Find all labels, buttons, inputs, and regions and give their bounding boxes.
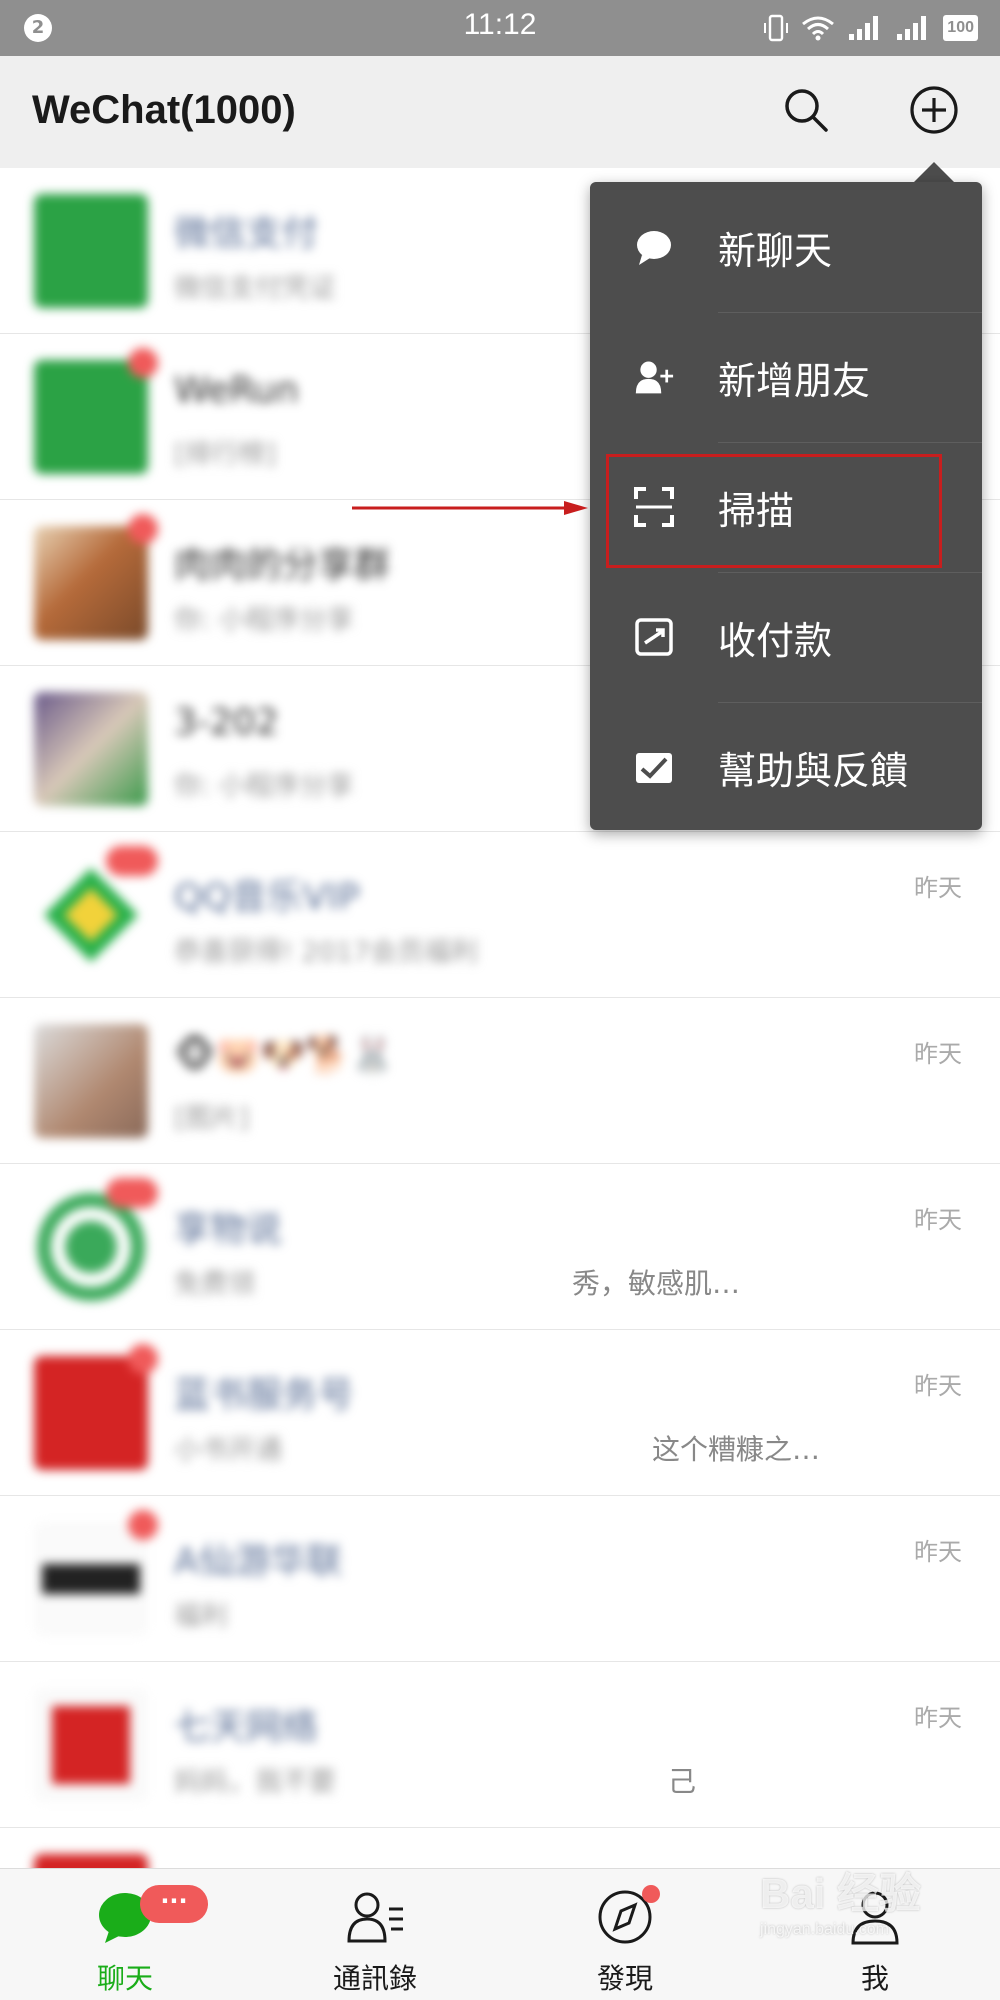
wifi-icon xyxy=(801,14,835,42)
contacts-icon xyxy=(345,1889,405,1945)
chat-preview: 福利 xyxy=(174,1601,228,1632)
avatar xyxy=(34,348,158,474)
menu-label: 幫助與反饋 xyxy=(718,748,909,793)
chat-name: 3-202 xyxy=(174,702,279,743)
chat-time: 昨天 xyxy=(914,1372,962,1400)
chat-name: 蓝书服务号 xyxy=(174,1375,355,1416)
unread-badge xyxy=(128,1510,158,1540)
chat-name: 🐵🐷🐶🐕🐰 xyxy=(174,1035,395,1076)
chat-preview: 小书开通 xyxy=(174,1435,282,1466)
chat-preview: 恭喜获得! 2017会员福利 xyxy=(174,937,479,968)
vibrate-icon xyxy=(763,13,789,43)
plus-circle-icon xyxy=(909,85,959,139)
search-button[interactable] xyxy=(778,84,834,140)
chat-name: A仙游华联 xyxy=(174,1541,343,1582)
avatar xyxy=(34,1178,158,1304)
unread-badge xyxy=(128,1344,158,1374)
avatar xyxy=(34,1510,158,1636)
menu-label: 新聊天 xyxy=(718,228,833,273)
avatar xyxy=(34,194,148,308)
chat-preview-tail: 这个糟糠之… xyxy=(652,1433,821,1466)
unread-badge xyxy=(106,1178,158,1208)
menu-label: 新增朋友 xyxy=(718,358,871,403)
menu-item-feedback[interactable]: 幫助與反饋 xyxy=(590,702,982,832)
baidu-watermark: Bai 经验 jingyan.baidu.com xyxy=(760,1860,1000,2000)
chat-preview: 妈妈，我不要 xyxy=(174,1767,336,1798)
chat-name: 七天网络 xyxy=(174,1707,319,1748)
status-icons: 100 xyxy=(763,12,978,44)
chat-bubble-icon xyxy=(634,227,674,267)
avatar xyxy=(34,514,158,640)
chat-time: 昨天 xyxy=(914,1538,962,1566)
chat-time: 昨天 xyxy=(914,1704,962,1732)
feedback-icon xyxy=(634,747,674,787)
payment-icon xyxy=(634,617,674,657)
chat-preview: 免费领 xyxy=(174,1269,255,1300)
unread-badge: ··· xyxy=(140,1885,208,1923)
chat-name: WeRun xyxy=(174,370,299,411)
chat-time: 昨天 xyxy=(914,874,962,902)
chat-name: 肉肉的分享群 xyxy=(174,545,391,586)
add-friend-icon xyxy=(634,357,674,397)
watermark-text: Bai 经验 xyxy=(760,1870,922,1917)
menu-item-add-friend[interactable]: 新增朋友 xyxy=(590,312,982,442)
chat-item[interactable]: 🐵🐷🐶🐕🐰 [图片] 昨天 xyxy=(0,998,1000,1164)
annotation-arrow xyxy=(352,501,588,515)
page-title: WeChat(1000) xyxy=(32,88,296,132)
status-bar: 2 11:12 100 xyxy=(0,0,1000,56)
popup-pointer xyxy=(912,162,956,184)
add-button[interactable] xyxy=(906,84,962,140)
chat-time: 昨天 xyxy=(914,1206,962,1234)
signal-icon xyxy=(895,14,931,42)
avatar xyxy=(34,1688,148,1802)
chat-preview: [图片] xyxy=(174,1103,250,1134)
avatar xyxy=(34,692,148,806)
notification-dot xyxy=(642,1885,660,1903)
unread-badge xyxy=(128,348,158,378)
chat-preview-tail: 秀，敏感肌… xyxy=(572,1267,741,1300)
signal-icon xyxy=(847,14,883,42)
app-header: WeChat(1000) xyxy=(0,56,1000,168)
tab-label: 通訊錄 xyxy=(332,1962,417,1995)
chat-name: 享物说 xyxy=(174,1209,283,1250)
chat-name: QQ音乐VIP xyxy=(174,877,360,918)
scan-highlight-box xyxy=(606,454,942,568)
chat-time: 昨天 xyxy=(914,1040,962,1068)
search-icon xyxy=(783,87,829,137)
avatar xyxy=(34,1344,158,1470)
chat-item[interactable]: A仙游华联 福利 昨天 xyxy=(0,1496,1000,1662)
tab-discover[interactable]: 發現 xyxy=(500,1869,750,2000)
chat-item[interactable]: 蓝书服务号 小书开通 这个糟糠之… 昨天 xyxy=(0,1330,1000,1496)
chat-item[interactable]: 七天网络 妈妈，我不要 己 昨天 xyxy=(0,1662,1000,1828)
battery-indicator: 100 xyxy=(943,15,978,41)
chat-item[interactable]: QQ音乐VIP 恭喜获得! 2017会员福利 昨天 xyxy=(0,832,1000,998)
unread-badge xyxy=(128,514,158,544)
menu-label: 收付款 xyxy=(718,618,833,663)
unread-badge xyxy=(106,846,158,876)
avatar xyxy=(34,1854,148,1868)
avatar xyxy=(34,846,158,972)
tab-chats[interactable]: ··· 聊天 xyxy=(0,1869,250,2000)
chat-preview-tail: 己 xyxy=(668,1765,697,1798)
tab-contacts[interactable]: 通訊錄 xyxy=(250,1869,500,2000)
menu-item-payment[interactable]: 收付款 xyxy=(590,572,982,702)
watermark-subtext: jingyan.baidu.com xyxy=(760,1921,889,1938)
tab-label: 聊天 xyxy=(96,1962,153,1995)
tab-label: 發現 xyxy=(596,1962,653,1995)
avatar xyxy=(34,1024,148,1138)
chat-item[interactable]: 享物说 免费领 秀，敏感肌… 昨天 xyxy=(0,1164,1000,1330)
chat-name: 微信支付 xyxy=(174,213,319,254)
menu-item-new-chat[interactable]: 新聊天 xyxy=(590,182,982,312)
